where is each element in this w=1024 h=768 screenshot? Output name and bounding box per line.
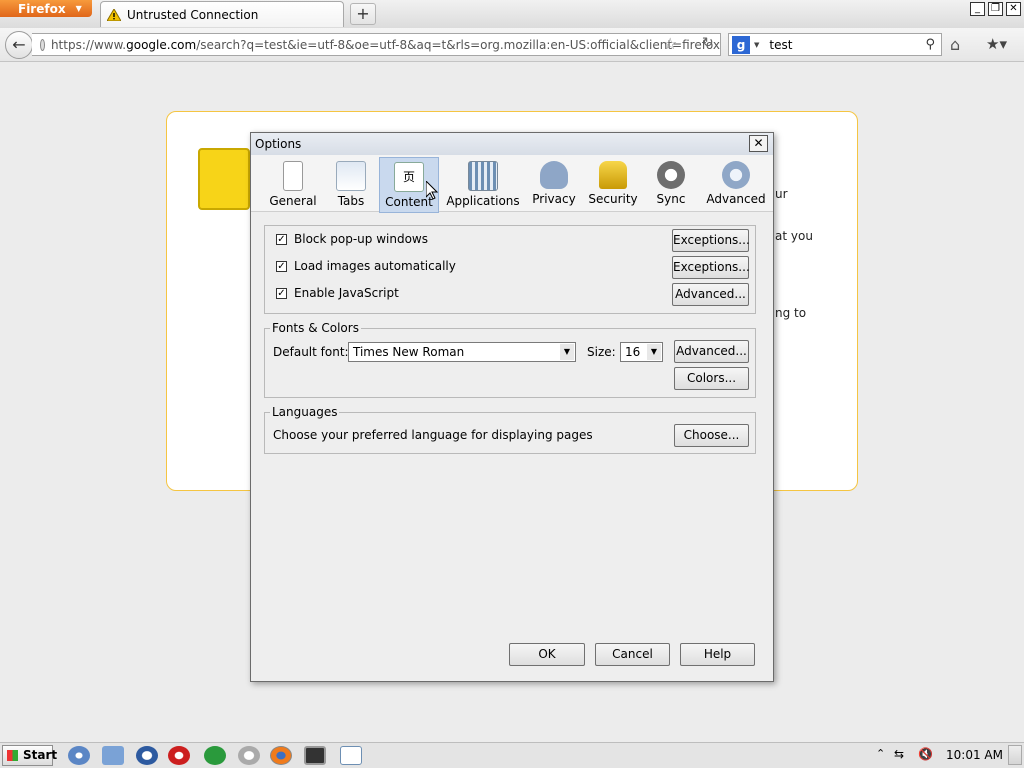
pane-sync[interactable]: Sync — [650, 157, 692, 211]
media-player-icon[interactable] — [238, 746, 260, 765]
javascript-advanced-button[interactable]: Advanced... — [672, 283, 749, 306]
load-images-label[interactable]: Load images automatically — [294, 259, 456, 273]
font-size-label: Size: — [587, 345, 616, 359]
tray-expand-icon[interactable]: ⌃ — [876, 747, 885, 760]
mouse-cursor-icon — [426, 181, 438, 200]
pane-security[interactable]: Security — [587, 157, 639, 211]
default-font-select[interactable]: Times New Roman ▼ — [348, 342, 576, 362]
network-icon[interactable]: ⇆ — [894, 747, 904, 761]
utorrent-icon[interactable] — [204, 746, 226, 765]
bookmarks-menu-icon[interactable]: ★▾ — [986, 35, 1007, 53]
tab-title: Untrusted Connection — [127, 7, 259, 22]
policeman-warning-icon — [198, 148, 250, 210]
opera-icon[interactable] — [168, 746, 190, 765]
choose-languages-button[interactable]: Choose... — [674, 424, 749, 447]
pane-label: Applications — [446, 194, 520, 208]
cancel-button[interactable]: Cancel — [595, 643, 670, 666]
default-font-label: Default font: — [273, 345, 349, 359]
error-text-fragment: ur — [775, 187, 788, 201]
help-button[interactable]: Help — [680, 643, 755, 666]
back-arrow-icon: ← — [12, 35, 26, 54]
close-window-button[interactable]: ✕ — [1006, 2, 1021, 16]
pane-label: General — [269, 194, 317, 208]
pane-tabs[interactable]: Tabs — [330, 157, 372, 211]
search-input-value: test — [769, 37, 793, 52]
languages-description: Choose your preferred language for displ… — [273, 428, 593, 442]
font-size-select[interactable]: 16 ▼ — [620, 342, 663, 362]
explorer-folder-icon[interactable] — [102, 746, 124, 765]
error-text-fragment: at you — [775, 229, 813, 243]
chevron-down-icon[interactable]: ▼ — [647, 344, 661, 360]
pane-general[interactable]: General — [268, 157, 318, 211]
enable-javascript-label[interactable]: Enable JavaScript — [294, 286, 399, 300]
colors-button[interactable]: Colors... — [674, 367, 749, 390]
clock[interactable]: 10:01 AM — [946, 748, 1003, 762]
site-identity-globe-icon[interactable] — [40, 38, 45, 51]
tabs-icon — [336, 161, 366, 191]
dropdown-arrow-icon: ▼ — [75, 4, 82, 13]
fonts-colors-legend: Fonts & Colors — [270, 321, 361, 335]
load-images-checkbox[interactable]: ✓ — [276, 261, 287, 272]
default-font-value: Times New Roman — [353, 345, 465, 359]
sync-icon — [657, 161, 685, 189]
start-button[interactable]: Start — [2, 745, 57, 766]
url-bar[interactable]: https://www. google.com/search?q=test&ie=… — [32, 33, 721, 56]
applications-icon — [468, 161, 498, 191]
windows-logo-icon — [7, 750, 18, 761]
content-icon: 页 — [394, 162, 424, 192]
dialog-close-button[interactable]: ✕ — [749, 135, 768, 152]
bookmark-star-icon[interactable]: ☆ — [663, 34, 677, 53]
pane-label: Security — [588, 192, 638, 206]
notepad-icon[interactable] — [340, 746, 362, 765]
firefox-menu-button[interactable]: Firefox ▼ — [0, 0, 92, 17]
url-path: /search?q=test&ie=utf-8&oe=utf-8&aq=t&rl… — [196, 37, 720, 52]
gear-icon — [722, 161, 750, 189]
pane-label: Advanced — [706, 192, 766, 206]
search-engine-dropdown-icon[interactable]: ▼ — [754, 41, 759, 49]
ie-icon[interactable] — [68, 746, 90, 765]
google-search-engine-icon[interactable]: g — [732, 35, 750, 54]
font-size-value: 16 — [625, 345, 641, 359]
pane-privacy[interactable]: Privacy — [530, 157, 578, 211]
volume-muted-icon[interactable]: 🔇 — [918, 747, 933, 761]
pane-label: Privacy — [532, 192, 576, 206]
url-prefix: https://www. — [50, 37, 127, 52]
reload-icon[interactable]: ↻ — [702, 35, 714, 51]
general-switch-icon — [283, 161, 303, 191]
search-bar[interactable]: g ▼ test ⚲ — [728, 33, 942, 56]
url-host: google.com — [126, 37, 197, 52]
popup-exceptions-button[interactable]: Exceptions... — [672, 229, 750, 252]
pane-advanced[interactable]: Advanced — [705, 157, 767, 211]
ok-button[interactable]: OK — [509, 643, 585, 666]
back-button[interactable]: ← — [5, 31, 33, 59]
dialog-title: Options — [251, 133, 773, 155]
block-popups-checkbox[interactable]: ✓ — [276, 234, 287, 245]
search-icon[interactable]: ⚲ — [925, 37, 935, 52]
tab-untrusted-connection[interactable]: Untrusted Connection — [100, 1, 344, 27]
padlock-icon — [599, 161, 627, 189]
minimize-button[interactable]: _ — [970, 2, 985, 16]
image-exceptions-button[interactable]: Exceptions... — [672, 256, 750, 279]
pane-label: Tabs — [337, 194, 365, 208]
terminal-icon[interactable] — [304, 746, 326, 765]
show-desktop-button[interactable] — [1008, 745, 1022, 765]
error-text-fragment: ng to — [775, 306, 807, 320]
home-icon[interactable]: ⌂ — [950, 35, 960, 54]
pane-label: Sync — [656, 192, 686, 206]
firefox-menu-label: Firefox — [18, 1, 66, 16]
chevron-down-icon[interactable]: ▼ — [560, 344, 574, 360]
firefox-taskbar-icon[interactable] — [270, 746, 292, 765]
privacy-mask-icon — [540, 161, 568, 189]
languages-legend: Languages — [270, 405, 340, 419]
restore-button[interactable]: ❐ — [988, 2, 1003, 16]
quicktime-icon[interactable] — [136, 746, 158, 765]
new-tab-button[interactable]: + — [350, 3, 376, 25]
start-label: Start — [23, 748, 58, 762]
block-popups-label[interactable]: Block pop-up windows — [294, 232, 428, 246]
warning-icon — [107, 8, 121, 21]
fonts-advanced-button[interactable]: Advanced... — [674, 340, 749, 363]
enable-javascript-checkbox[interactable]: ✓ — [276, 288, 287, 299]
pane-applications[interactable]: Applications — [446, 157, 520, 211]
